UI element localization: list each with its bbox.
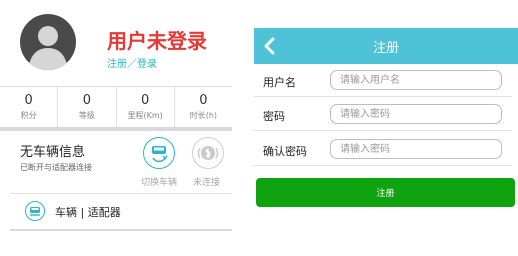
stat-value: 0 bbox=[24, 93, 33, 108]
stat-value: 0 bbox=[199, 93, 208, 108]
vehicle-info-title: 无车辆信息 bbox=[20, 145, 86, 160]
connection-status-label: 未连接 bbox=[193, 178, 221, 188]
divider bbox=[10, 229, 232, 231]
stat-points: 0 积分 bbox=[0, 87, 59, 127]
stat-label: 积分 bbox=[20, 111, 37, 120]
stat-level: 0 等级 bbox=[58, 87, 117, 127]
car-icon bbox=[30, 207, 40, 216]
stat-value: 0 bbox=[140, 93, 150, 108]
register-button[interactable]: 注册 bbox=[256, 178, 515, 207]
username-input[interactable] bbox=[330, 70, 502, 90]
stat-label: 时长(h) bbox=[189, 111, 218, 120]
vehicle-connection-status: 已断开与适配器连接 bbox=[20, 163, 92, 172]
confirm-password-input[interactable] bbox=[330, 139, 502, 159]
switch-vehicle-label: 切换车辆 bbox=[141, 178, 178, 188]
username-row: 用户名 bbox=[254, 66, 512, 97]
password-label: 密码 bbox=[263, 110, 285, 123]
stat-label: 里程(Km) bbox=[127, 111, 163, 120]
register-header: 注册 bbox=[254, 28, 518, 64]
username-label: 用户名 bbox=[263, 76, 296, 89]
stat-duration: 0 时长(h) bbox=[175, 87, 232, 127]
stats-bar: 0 积分 0 等级 0 里程(Km) 0 时长(h) bbox=[0, 86, 232, 131]
car-switch-icon bbox=[152, 146, 168, 163]
vehicle-adapter-menu-item[interactable]: 车辆 | 适配器 bbox=[55, 204, 121, 220]
password-row: 密码 bbox=[254, 100, 512, 131]
profile-panel: 用户未登录 注册／登录 0 积分 0 等级 0 里程(Km) 0 时长(h) 无… bbox=[0, 0, 240, 256]
confirm-password-row: 确认密码 bbox=[254, 135, 512, 166]
password-input[interactable] bbox=[330, 104, 502, 124]
stat-value: 0 bbox=[82, 93, 92, 108]
stat-mileage: 0 里程(Km) bbox=[117, 87, 175, 127]
register-panel: 注册 用户名 密码 确认密码 注册 bbox=[254, 0, 518, 256]
avatar[interactable] bbox=[20, 14, 76, 70]
bluetooth-icon bbox=[197, 146, 219, 160]
switch-vehicle-button[interactable] bbox=[143, 137, 175, 169]
vehicle-adapter-icon bbox=[25, 201, 45, 221]
page-title: 注册 bbox=[372, 41, 399, 56]
divider bbox=[10, 193, 232, 194]
register-login-link[interactable]: 注册／登录 bbox=[107, 55, 157, 70]
confirm-password-label: 确认密码 bbox=[263, 145, 307, 158]
bluetooth-connect-button[interactable] bbox=[192, 137, 224, 169]
user-avatar-icon bbox=[28, 26, 68, 70]
stat-label: 等级 bbox=[78, 111, 95, 120]
login-status-title: 用户未登录 bbox=[107, 29, 207, 53]
